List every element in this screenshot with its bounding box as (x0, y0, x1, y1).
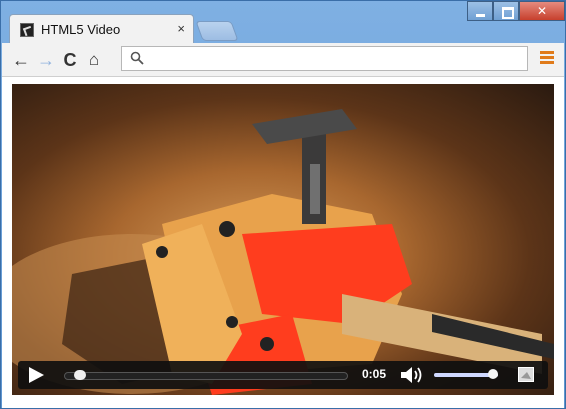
volume-icon[interactable] (401, 366, 423, 384)
tab-title: HTML5 Video (41, 22, 121, 37)
video-player[interactable]: 0:05 (12, 84, 554, 395)
back-button[interactable]: ← (10, 49, 32, 71)
maximize-button[interactable] (493, 1, 519, 21)
browser-window: HTML5 Video × ✕ ← → C ⌂ 0:05 (0, 0, 566, 409)
search-icon (130, 51, 144, 65)
volume-handle[interactable] (488, 369, 498, 379)
fullscreen-icon[interactable] (518, 367, 534, 382)
new-tab-button[interactable] (195, 21, 239, 41)
close-window-button[interactable]: ✕ (519, 1, 565, 21)
forward-button[interactable]: → (35, 49, 57, 71)
address-bar[interactable] (121, 46, 528, 71)
seek-bar[interactable] (64, 370, 348, 380)
browser-tab[interactable]: HTML5 Video × (9, 14, 194, 44)
browser-toolbar: ← → C ⌂ (2, 43, 564, 77)
home-button[interactable]: ⌂ (83, 49, 105, 71)
video-frame (12, 109, 554, 395)
play-icon[interactable] (28, 367, 44, 383)
page-content: 0:05 (2, 77, 564, 408)
seek-handle[interactable] (74, 370, 86, 380)
video-favicon-icon (20, 23, 34, 37)
current-time: 0:05 (362, 367, 387, 381)
menu-icon[interactable] (540, 51, 554, 67)
tab-close-icon[interactable]: × (177, 21, 185, 37)
volume-slider[interactable] (434, 369, 498, 379)
minimize-button[interactable] (467, 1, 493, 21)
reload-button[interactable]: C (59, 49, 81, 71)
video-controls: 0:05 (18, 361, 548, 389)
